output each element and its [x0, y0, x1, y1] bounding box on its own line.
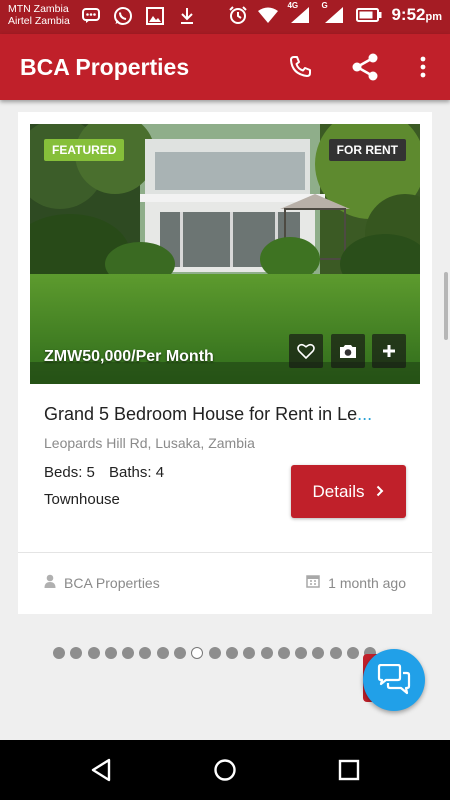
system-nav-bar — [0, 740, 450, 800]
app-title: BCA Properties — [20, 54, 190, 80]
network-type-2: G — [321, 1, 328, 10]
pager-dot[interactable] — [295, 647, 308, 659]
pager-dot[interactable] — [70, 647, 83, 659]
battery-icon — [355, 4, 383, 26]
pager-dot[interactable] — [156, 647, 169, 659]
plus-icon[interactable] — [372, 334, 406, 368]
alarm-icon — [227, 4, 249, 26]
property-card[interactable]: FEATURED FOR RENT ZMW50,000/Per Month Gr… — [18, 112, 432, 614]
pager-dot[interactable] — [347, 647, 360, 659]
pager-dot[interactable] — [208, 647, 221, 659]
clock-ampm: pm — [425, 11, 443, 23]
pager-dot[interactable] — [312, 647, 325, 659]
property-type: Townhouse — [44, 491, 120, 508]
posted-info: 1 month ago — [306, 574, 406, 591]
status-bar: MTN Zambia Airtel Zambia 4G G 9:52pm — [0, 0, 450, 34]
pager-dot[interactable] — [243, 647, 256, 659]
chevron-right-icon — [376, 482, 384, 502]
price: ZMW50,000/Per Month — [44, 348, 214, 365]
pager-dot[interactable] — [53, 647, 65, 659]
card-divider — [18, 552, 432, 553]
pager-dot-active[interactable] — [191, 647, 204, 659]
pager-dot[interactable] — [225, 647, 238, 659]
recents-icon[interactable] — [334, 755, 364, 785]
listing-title-text[interactable]: Grand 5 Bedroom House for Rent in Le — [44, 404, 357, 424]
pager-dot[interactable] — [87, 647, 100, 659]
clock-time: 9:52 — [391, 5, 426, 24]
wifi-icon — [257, 4, 279, 26]
baths-count: Baths: 4 — [109, 464, 165, 481]
pager-dot[interactable] — [104, 647, 117, 659]
pager-dots — [53, 647, 377, 659]
share-icon[interactable] — [348, 50, 382, 84]
pager-dot[interactable] — [260, 647, 273, 659]
whatsapp-icon — [112, 5, 134, 27]
scrollbar[interactable] — [444, 272, 448, 340]
signal-icon-1: 4G — [287, 1, 313, 26]
details-button-label: Details — [312, 481, 365, 501]
download-icon — [176, 5, 198, 27]
title-ellipsis: ... — [357, 404, 373, 424]
more-vert-icon[interactable] — [406, 50, 440, 84]
carrier-1: MTN Zambia — [8, 3, 69, 15]
signal-icon-2: G — [321, 1, 347, 26]
pager-dot[interactable] — [122, 647, 135, 659]
app-bar: BCA Properties — [0, 34, 450, 100]
chat-bubbles-icon — [377, 664, 411, 695]
agent-name[interactable]: BCA Properties — [64, 575, 160, 591]
camera-icon[interactable] — [331, 334, 365, 368]
featured-badge: FEATURED — [44, 139, 125, 161]
property-image[interactable]: FEATURED FOR RENT ZMW50,000/Per Month — [30, 124, 420, 384]
pager-dot[interactable] — [277, 647, 290, 659]
notification-icons — [80, 5, 198, 27]
posted-time: 1 month ago — [328, 574, 406, 591]
listing-specs: Beds: 5 Baths: 4 — [44, 464, 174, 481]
status-indicators: 4G G 9:52pm — [227, 1, 442, 26]
agent-info[interactable]: BCA Properties — [44, 574, 160, 591]
image-icon — [144, 5, 166, 27]
pager-dot[interactable] — [139, 647, 152, 659]
status-badge: FOR RENT — [328, 139, 406, 161]
details-button[interactable]: Details — [291, 465, 406, 518]
carrier-2: Airtel Zambia — [8, 15, 70, 27]
pager-dot[interactable] — [329, 647, 342, 659]
home-icon[interactable] — [210, 755, 240, 785]
carrier-names: MTN Zambia Airtel Zambia — [8, 3, 70, 27]
network-type-1: 4G — [287, 1, 299, 10]
phone-icon[interactable] — [283, 50, 317, 84]
heart-icon[interactable] — [289, 334, 323, 368]
listing-address: Leopards Hill Rd, Lusaka, Zambia — [44, 435, 255, 451]
beds-count: Beds: 5 — [44, 464, 95, 481]
back-icon[interactable] — [86, 755, 116, 785]
pager-dot[interactable] — [174, 647, 187, 659]
chat-icon — [80, 5, 102, 27]
listing-title[interactable]: Grand 5 Bedroom House for Rent in Le... — [44, 404, 404, 425]
clock: 9:52pm — [391, 5, 442, 25]
calendar-icon — [306, 574, 320, 591]
chat-button[interactable] — [363, 649, 425, 711]
user-icon — [44, 574, 56, 591]
